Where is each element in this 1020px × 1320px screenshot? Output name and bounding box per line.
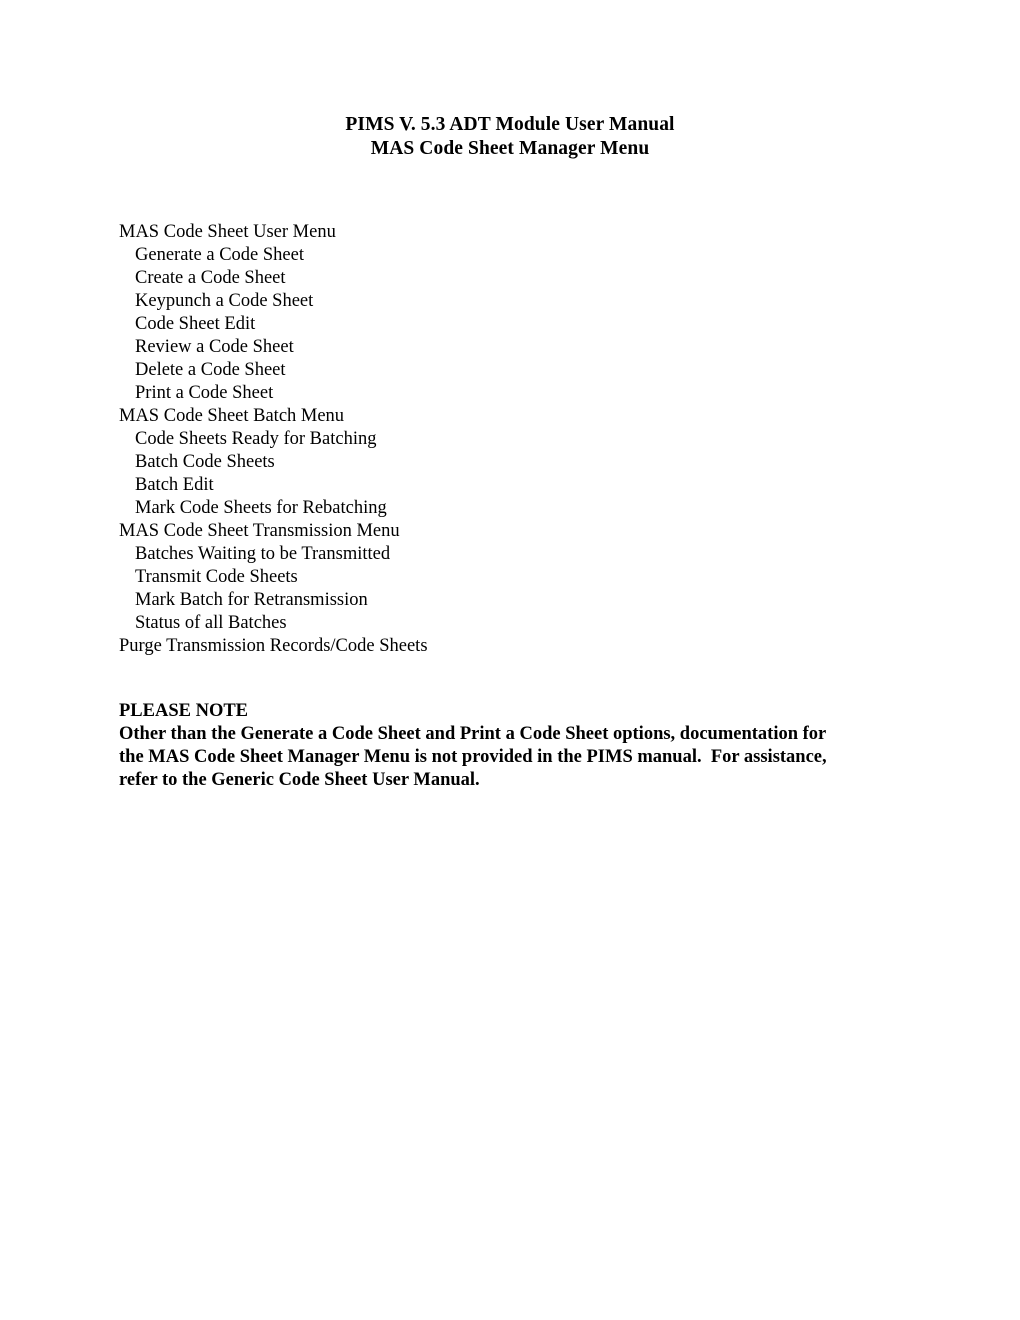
menu-option-label: Batches Waiting to be Transmitted [135,544,391,564]
menu-option-label: Generate a Code Sheet [135,245,304,265]
please-note-heading: PLEASE NOTE [119,701,249,721]
menu-option-label: Create a Code Sheet [135,268,286,288]
menu-option-label: Keypunch a Code Sheet [135,291,314,311]
please-note-line: refer to the Generic Code Sheet User Man… [119,770,480,790]
menu-option-label: Review a Code Sheet [135,337,294,357]
menu-option-label: Transmit Code Sheets [135,567,298,587]
menu-group-label: MAS Code Sheet User Menu [119,222,336,242]
menu-option-label: Batch Code Sheets [135,452,275,472]
please-note-line: the MAS Code Sheet Manager Menu is not p… [119,747,827,767]
please-note-line: Other than the Generate a Code Sheet and… [119,724,827,744]
please-note-body: Other than the Generate a Code Sheet and… [119,723,895,792]
menu-option-label: Batch Edit [135,475,214,495]
menu-option-label: Print a Code Sheet [135,383,274,403]
menu-group-label: MAS Code Sheet Batch Menu [119,406,345,426]
menu-group-label: Purge Transmission Records/Code Sheets [119,636,428,656]
page-title-primary: PIMS V. 5.3 ADT Module User Manual [345,114,675,135]
page-title-secondary: MAS Code Sheet Manager Menu [370,138,650,159]
menu-option-label: Status of all Batches [135,613,287,633]
menu-option-label: Mark Code Sheets for Rebatching [135,498,387,518]
menu-option-label: Delete a Code Sheet [135,360,286,380]
menu-outline-list: MAS Code Sheet User Menu Generate a Code … [119,221,899,658]
menu-option-label: Mark Batch for Retransmission [135,590,368,610]
document-page: PIMS V. 5.3 ADT Module User Manual MAS C… [0,0,1020,1320]
document-title-block: PIMS V. 5.3 ADT Module User Manual MAS C… [0,113,1020,161]
please-note-block: PLEASE NOTE Other than the Generate a Co… [119,700,895,792]
menu-option-label: Code Sheet Edit [135,314,256,334]
menu-option-label: Code Sheets Ready for Batching [135,429,377,449]
menu-group-label: MAS Code Sheet Transmission Menu [119,521,400,541]
